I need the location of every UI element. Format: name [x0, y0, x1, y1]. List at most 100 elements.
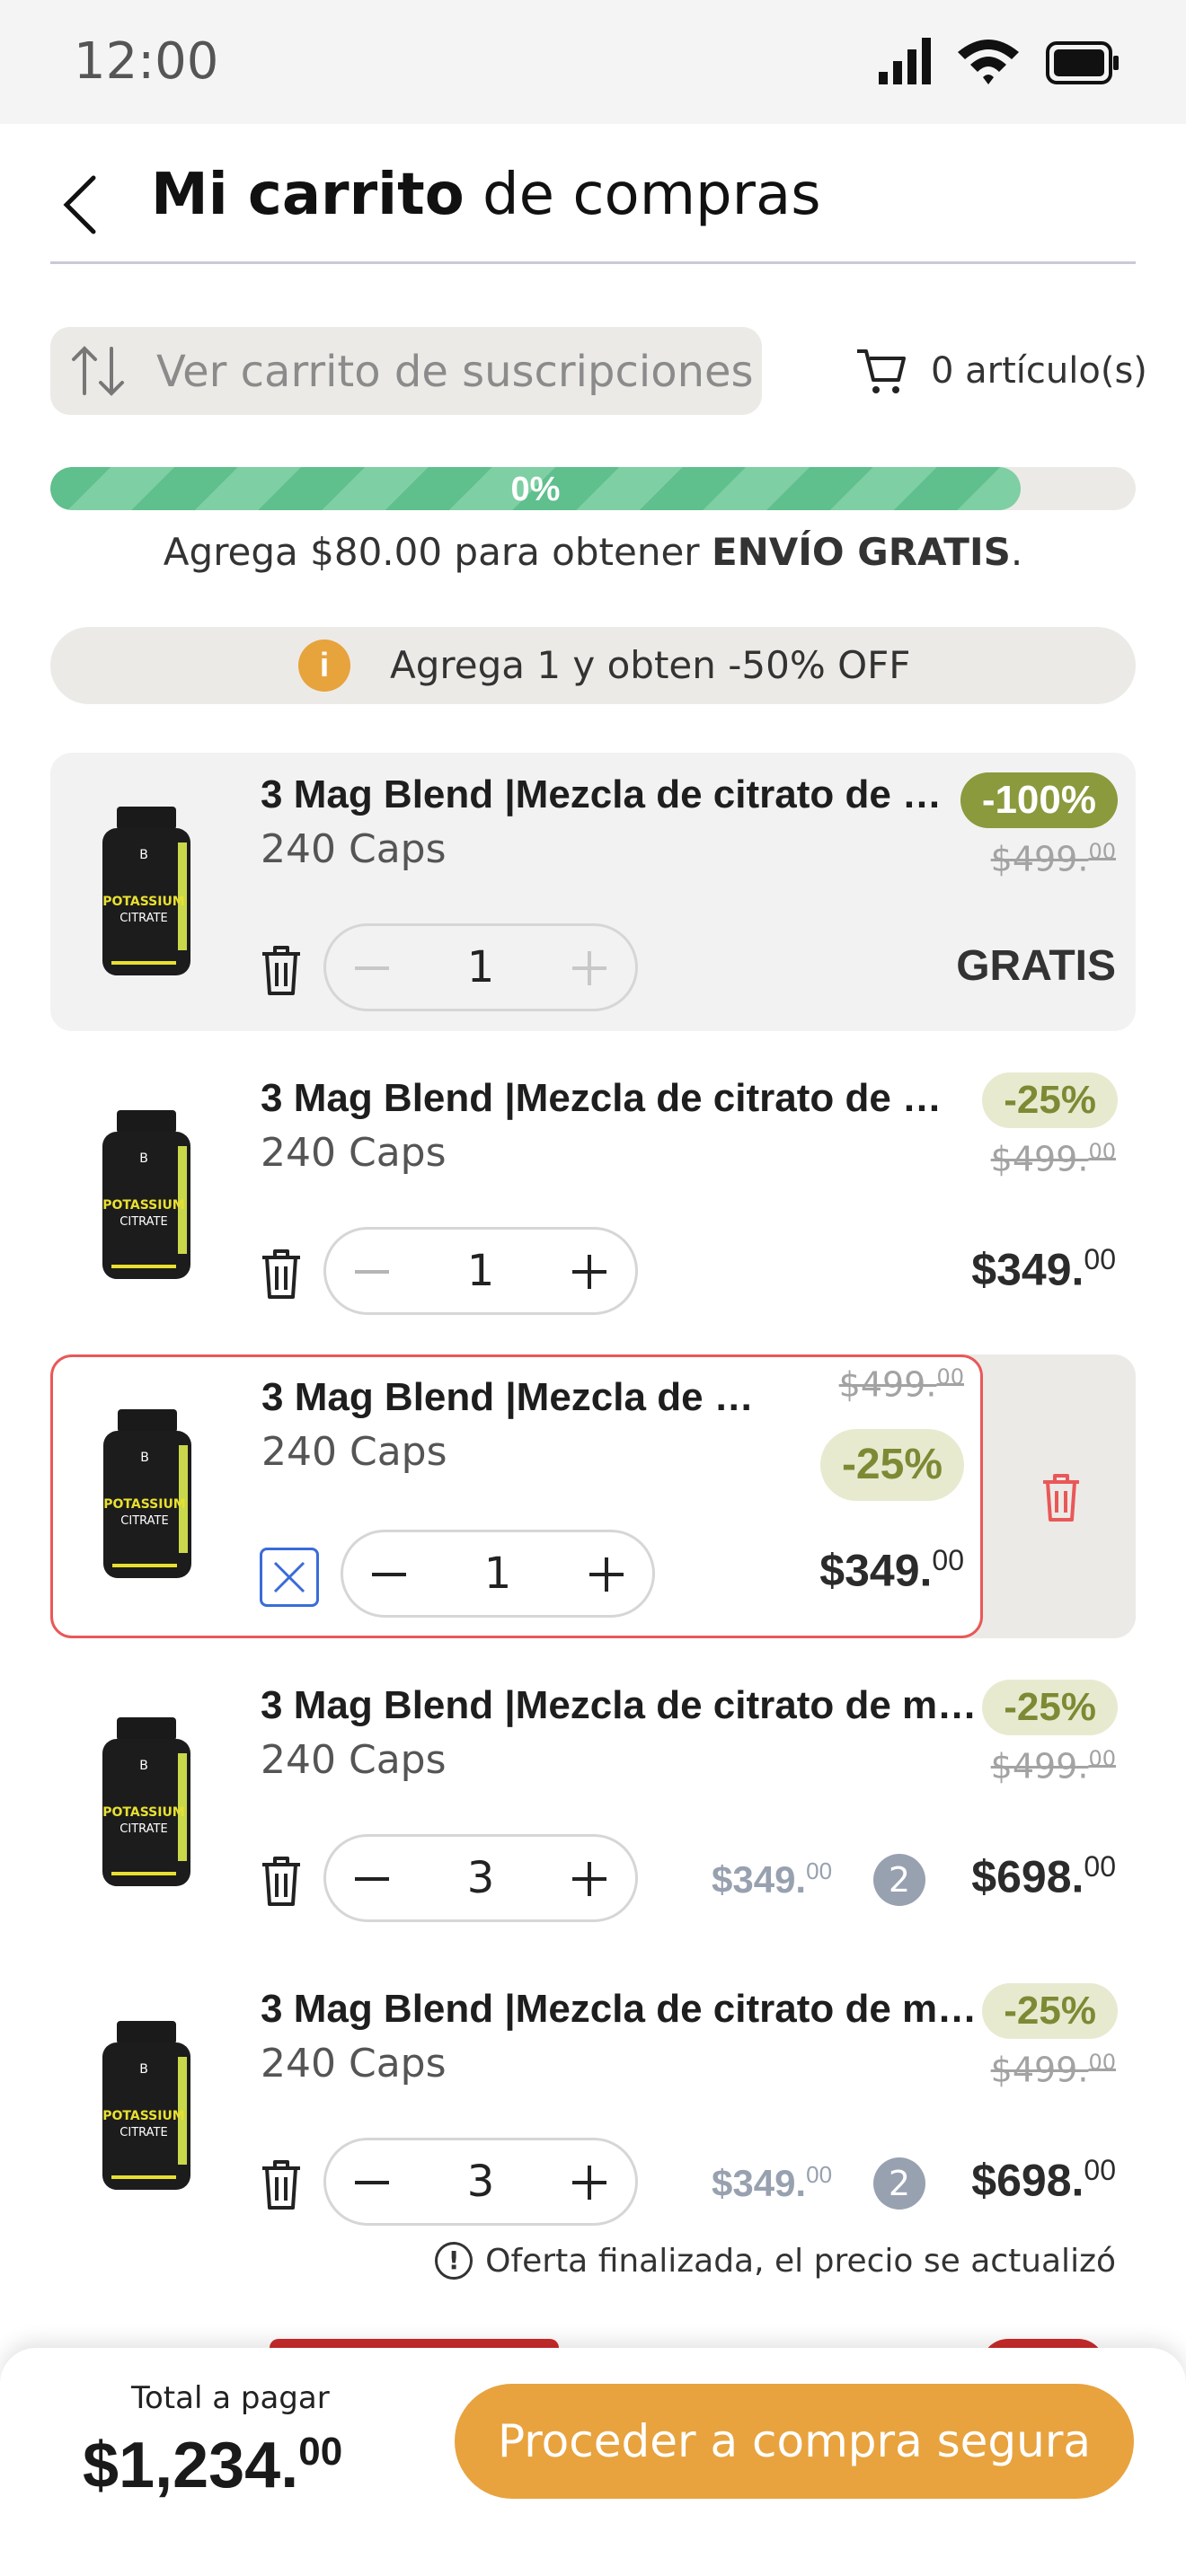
final-price-cents: 00 — [1084, 1850, 1116, 1883]
trash-icon[interactable] — [259, 943, 304, 997]
svg-text:B: B — [139, 2062, 148, 2077]
product-variant: 240 Caps — [261, 1737, 447, 1783]
plus-icon[interactable] — [567, 2160, 612, 2205]
status-icons — [879, 36, 1120, 84]
original-price-main: $499. — [990, 1139, 1089, 1179]
quantity-stepper: 1 — [323, 923, 638, 1011]
trash-icon[interactable] — [259, 1247, 304, 1301]
page-title: Mi carrito de compras — [151, 162, 821, 228]
final-price: GRATIS — [956, 942, 1116, 990]
product-image: B POTASSIUM CITRATE — [102, 1717, 190, 1886]
svg-text:POTASSIUM: POTASSIUM — [103, 1497, 186, 1512]
shipping-progress-bar: 0% — [50, 467, 1136, 510]
promo-banner: i Agrega 1 y obten -50% OFF — [50, 627, 1136, 704]
trash-icon[interactable] — [259, 1854, 304, 1908]
total-label: Total a pagar — [131, 2380, 330, 2416]
final-price-main: $349. — [971, 1244, 1084, 1295]
page-header: Mi carrito de compras — [50, 144, 1136, 264]
original-price-main: $499. — [838, 1364, 937, 1405]
final-price-main: $698. — [971, 2155, 1084, 2206]
cart-item: B POTASSIUM CITRATE 3 Mag Blend |Mezcla … — [50, 1056, 1136, 1335]
total-amount: $1,234.00 — [83, 2429, 342, 2502]
checkout-button[interactable]: Proceder a compra segura — [455, 2384, 1134, 2499]
wifi-icon — [958, 40, 1019, 84]
final-price-cents: 00 — [1084, 1243, 1116, 1275]
final-price: $698.00 — [971, 2154, 1116, 2207]
original-price-cents: 00 — [936, 1364, 964, 1389]
plus-icon[interactable] — [567, 1857, 612, 1901]
product-image: B POTASSIUM CITRATE — [102, 807, 190, 975]
discount-badge: -25% — [982, 1680, 1118, 1735]
product-name[interactable]: 3 Mag Blend |Mezcla de citrato de magnes… — [261, 1683, 988, 1728]
quantity-stepper: 1 — [323, 1227, 638, 1315]
product-variant: 240 Caps — [261, 1130, 447, 1176]
svg-text:POTASSIUM: POTASSIUM — [102, 895, 185, 909]
svg-text:CITRATE: CITRATE — [119, 912, 167, 925]
svg-text:POTASSIUM: POTASSIUM — [102, 1805, 185, 1820]
unit-price-cents: 00 — [806, 2161, 833, 2188]
product-image: B POTASSIUM CITRATE — [102, 2021, 190, 2190]
product-variant: 240 Caps — [261, 2041, 447, 2086]
quantity-stepper: 1 — [341, 1530, 655, 1618]
price-updated-notice: ! Oferta finalizada, el precio se actual… — [435, 2242, 1116, 2280]
subscriptions-cart-button[interactable]: Ver carrito de suscripciones — [50, 327, 762, 415]
svg-text:B: B — [140, 1451, 149, 1465]
original-price-cents: 00 — [1088, 2050, 1116, 2075]
notice-text: Oferta finalizada, el precio se actualiz… — [485, 2242, 1116, 2280]
signal-icon — [879, 38, 931, 84]
unit-price: $349.00 — [712, 1857, 832, 1901]
promo-label: Agrega 1 y obten -50% OFF — [390, 643, 911, 687]
total-amount-cents: 00 — [298, 2430, 343, 2474]
svg-text:B: B — [139, 1151, 148, 1166]
product-variant: 240 Caps — [261, 826, 447, 872]
final-price-cents: 00 — [932, 1544, 964, 1576]
svg-text:B: B — [139, 848, 148, 862]
cart-item: B POTASSIUM CITRATE 3 Mag Blend |Mezcla … — [50, 1967, 1136, 2245]
cart-count[interactable]: 0 artículo(s) — [854, 340, 1147, 402]
original-price-main: $499. — [990, 2050, 1089, 2090]
unit-price: $349.00 — [712, 2161, 832, 2205]
product-image: B POTASSIUM CITRATE — [102, 1110, 190, 1279]
remove-checkbox[interactable] — [260, 1548, 319, 1607]
page-title-bold: Mi carrito — [151, 162, 465, 228]
final-price-main: $349. — [819, 1545, 933, 1596]
cart-icon — [857, 349, 906, 393]
total-amount-main: $1,234. — [83, 2430, 299, 2501]
original-price: $499.00 — [991, 1139, 1116, 1179]
original-price-main: $499. — [990, 839, 1089, 879]
final-price-main: $698. — [971, 1851, 1084, 1902]
final-price-cents: 00 — [1084, 2154, 1116, 2186]
product-name[interactable]: 3 Mag Blend |Mezcla de citrato de magnes… — [261, 772, 943, 817]
trash-icon[interactable] — [1040, 1471, 1082, 1523]
alert-circle-icon: ! — [435, 2242, 474, 2280]
item-count-badge: 2 — [873, 1854, 925, 1906]
back-arrow-icon[interactable] — [54, 169, 108, 241]
final-price: $349.00 — [819, 1544, 964, 1597]
product-name[interactable]: 3 Mag Blend |Mezcla de citrato de magnes… — [261, 1987, 988, 2032]
free-shipping-message: Agrega $80.00 para obtener ENVÍO GRATIS. — [0, 530, 1186, 574]
status-bar: 12:00 — [0, 0, 1186, 124]
plus-icon[interactable] — [567, 1249, 612, 1294]
unit-price-main: $349. — [712, 2162, 807, 2204]
product-name[interactable]: 3 Mag Blend |Mezcla de citrato de magnes… — [261, 1375, 757, 1420]
plus-icon[interactable] — [584, 1552, 629, 1597]
svg-text:CITRATE: CITRATE — [119, 2126, 167, 2139]
product-name[interactable]: 3 Mag Blend |Mezcla de citrato de magnes… — [261, 1076, 970, 1121]
original-price: $499.00 — [839, 1364, 964, 1405]
battery-icon — [1046, 41, 1119, 84]
original-price: $499.00 — [991, 1746, 1116, 1786]
shipping-progress-label: 0% — [510, 471, 561, 508]
product-variant: 240 Caps — [261, 1429, 447, 1475]
trash-icon[interactable] — [259, 2157, 304, 2211]
discount-badge: -100% — [960, 772, 1118, 828]
final-price: $698.00 — [971, 1850, 1116, 1903]
swap-vertical-icon — [72, 346, 124, 396]
shipping-message-bold: ENVÍO GRATIS — [711, 530, 1011, 574]
svg-text:CITRATE: CITRATE — [120, 1514, 168, 1528]
discount-badge: -25% — [982, 1983, 1118, 2039]
status-time: 12:00 — [74, 32, 219, 91]
page-title-rest: de compras — [464, 162, 821, 228]
plus-icon — [572, 951, 606, 985]
svg-text:B: B — [139, 1759, 148, 1773]
subscriptions-label: Ver carrito de suscripciones — [156, 347, 754, 397]
